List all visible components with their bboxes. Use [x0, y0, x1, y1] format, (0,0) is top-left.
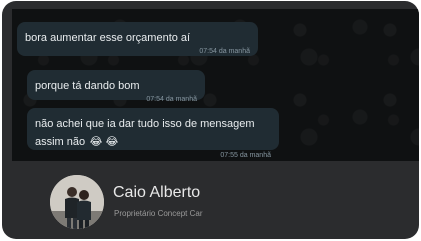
- profile-name: Caio Alberto: [113, 184, 201, 201]
- laughing-emoji: 😂 😂: [89, 136, 119, 148]
- avatar: [50, 175, 104, 229]
- message-time: 07:54 da manhã: [146, 96, 197, 103]
- message-bubble: não achei que ia dar tudo isso de mensag…: [27, 108, 279, 159]
- message-time: 07:54 da manhã: [199, 48, 250, 55]
- message-bubble: porque tá dando bom 07:54 da manhã: [27, 70, 205, 103]
- profile-title: Proprietário Concept Car: [114, 209, 203, 218]
- message-text: porque tá dando bom: [35, 80, 140, 92]
- avatar-photo: [50, 175, 104, 229]
- message-bubble: bora aumentar esse orçamento aí 07:54 da…: [17, 22, 258, 56]
- message-text: não achei que ia dar tudo isso de mensag…: [35, 118, 255, 148]
- message-time: 07:55 da manhã: [220, 152, 271, 159]
- message-text: bora aumentar esse orçamento aí: [25, 32, 191, 44]
